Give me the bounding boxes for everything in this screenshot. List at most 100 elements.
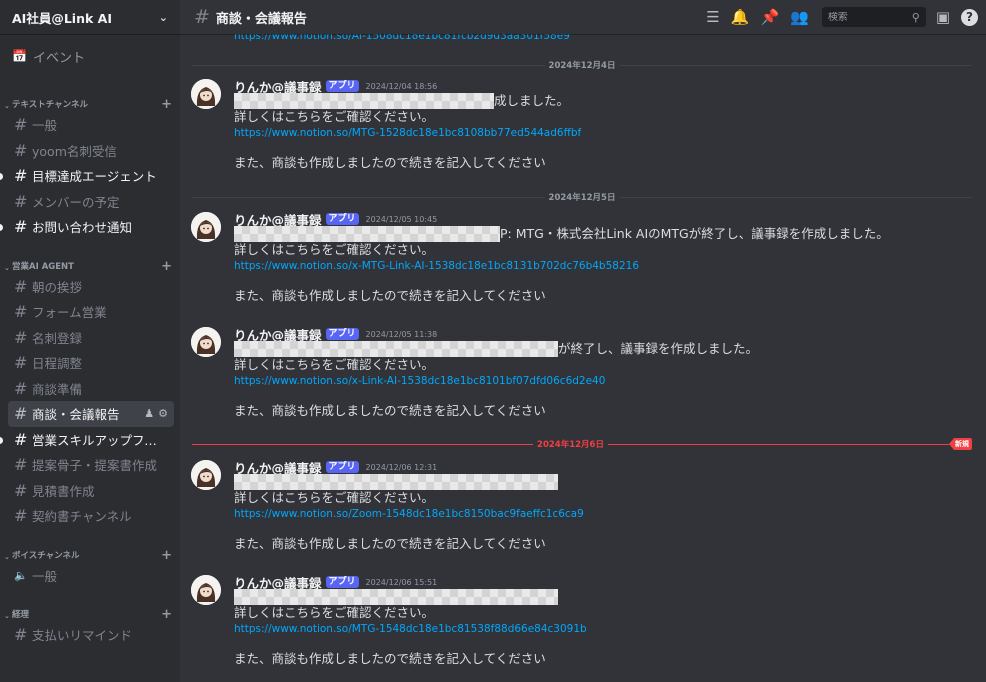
help-icon[interactable]: ? xyxy=(961,8,978,26)
avatar[interactable] xyxy=(191,79,221,109)
category-header[interactable]: ⌄ ボイスチャンネル + xyxy=(0,539,180,563)
message-link[interactable]: https://www.notion.so/x-MTG-Link-AI-1538… xyxy=(234,258,974,274)
channel-item[interactable]: # 商談準備 xyxy=(8,376,174,402)
timestamp[interactable]: 2024/12/06 15:51 xyxy=(366,578,438,587)
message-link[interactable]: https://www.notion.so/AI-1508dc18e1bc81f… xyxy=(234,34,570,42)
channel-item[interactable]: # 提案骨子・提案書作成 xyxy=(8,452,174,478)
pin-icon[interactable]: 📌 xyxy=(760,8,779,26)
redacted-text xyxy=(234,93,494,109)
inbox-icon[interactable]: ▣ xyxy=(936,8,950,26)
add-channel-icon[interactable]: + xyxy=(161,98,172,111)
channel-item[interactable]: # 日程調整 xyxy=(8,350,174,376)
divider-line xyxy=(192,196,545,198)
channel-label: お問い合わせ通知 xyxy=(32,220,133,236)
channel-sidebar: AI社員@Link AI ⌄ 📅 イベント ⌄ テキストチャンネル + # 一般 … xyxy=(0,0,180,682)
category-header[interactable]: ⌄ 営業AI AGENT + xyxy=(0,250,180,274)
channel-item[interactable]: # 名刺登録 xyxy=(8,325,174,351)
avatar[interactable] xyxy=(191,212,221,242)
date-divider-text: 2024年12月4日 xyxy=(548,61,616,71)
message-link[interactable]: https://www.notion.so/Zoom-1548dc18e1bc8… xyxy=(234,506,974,522)
invite-icon[interactable]: ♟ xyxy=(144,407,154,420)
category-title: テキストチャンネル xyxy=(12,100,88,110)
chevron-down-icon[interactable]: ⌄ xyxy=(159,11,168,24)
channel-item[interactable]: # yoom名刺受信 xyxy=(8,138,174,164)
message-line xyxy=(234,474,974,490)
channel-label: 見積書作成 xyxy=(32,483,95,499)
threads-icon[interactable]: ☰ xyxy=(706,8,719,26)
timestamp[interactable]: 2024/12/05 11:38 xyxy=(366,330,438,339)
channel-item[interactable]: # 契約書チャンネル xyxy=(8,503,174,529)
hashtag-icon: # xyxy=(14,455,28,475)
channel-item[interactable]: # 目標達成エージェント xyxy=(0,163,174,189)
calendar-icon: 📅 xyxy=(12,49,27,63)
channel-item[interactable]: # 支払いリマインド xyxy=(8,622,174,648)
chevron-down-icon: ⌄ xyxy=(4,102,10,110)
channel-label: 日程調整 xyxy=(32,356,83,372)
message-link[interactable]: https://www.notion.so/MTG-1548dc18e1bc81… xyxy=(234,621,974,637)
chevron-down-icon: ⌄ xyxy=(4,263,10,272)
add-channel-icon[interactable]: + xyxy=(161,608,172,621)
divider-line xyxy=(192,64,545,66)
hashtag-icon: # xyxy=(194,6,210,28)
channel-item[interactable]: # お問い合わせ通知 xyxy=(0,214,174,240)
hashtag-icon: # xyxy=(14,191,28,211)
message-text: が終了し、議事録を作成しました。 xyxy=(558,341,759,356)
category-header[interactable]: ⌄ 経理 + xyxy=(0,598,180,622)
message-list: https://www.notion.so/AI-1508dc18e1bc81f… xyxy=(180,34,986,682)
message-text: また、商談も作成しましたので続きを記入してください xyxy=(234,155,546,170)
chevron-down-icon: ⌄ xyxy=(4,612,10,620)
new-messages-divider: 2024年12月6日 新規 xyxy=(192,438,972,450)
channel-item[interactable]: # フォーム営業 xyxy=(8,299,174,325)
message-line xyxy=(234,589,974,605)
channel-label: 朝の挨拶 xyxy=(32,279,83,295)
channel-item[interactable]: # 営業スキルアップフィ... xyxy=(0,427,174,453)
search-input[interactable] xyxy=(827,11,912,23)
message-text: 詳しくはこちらをご確認ください。 xyxy=(234,109,435,124)
message-text: 詳しくはこちらをご確認ください。 xyxy=(234,242,435,257)
channel-item[interactable]: # 見積書作成 xyxy=(8,478,174,504)
channel-label: 契約書チャンネル xyxy=(32,509,132,525)
channel-item-active[interactable]: # 商談・会議報告 ♟ ⚙ xyxy=(8,401,174,427)
gear-icon[interactable]: ⚙ xyxy=(158,407,168,420)
message-link[interactable]: https://www.notion.so/MTG-1528dc18e1bc81… xyxy=(234,125,974,141)
message-text: また、商談も作成しましたので続きを記入してください xyxy=(234,403,546,418)
add-channel-icon[interactable]: + xyxy=(161,549,172,562)
channel-label: 商談・会議報告 xyxy=(32,407,120,423)
channel-item[interactable]: # 一般 xyxy=(8,112,174,138)
hashtag-icon: # xyxy=(14,625,28,645)
category-header[interactable]: ⌄ テキストチャンネル + xyxy=(0,88,180,112)
category-title: ボイスチャンネル xyxy=(12,550,80,561)
app-badge: アプリ xyxy=(325,328,359,340)
app-badge: アプリ xyxy=(325,461,359,473)
hashtag-icon: # xyxy=(14,429,28,449)
events-label: イベント xyxy=(32,50,85,66)
hashtag-icon: # xyxy=(14,404,28,424)
avatar[interactable] xyxy=(191,575,221,605)
timestamp[interactable]: 2024/12/05 10:45 xyxy=(366,215,438,224)
add-channel-icon[interactable]: + xyxy=(161,260,172,273)
timestamp[interactable]: 2024/12/04 18:56 xyxy=(366,82,438,91)
timestamp[interactable]: 2024/12/06 12:31 xyxy=(366,463,438,472)
avatar[interactable] xyxy=(191,327,221,357)
channel-label: 商談準備 xyxy=(32,381,83,397)
hashtag-icon: # xyxy=(14,327,28,347)
voice-channel-item[interactable]: 🔈 一般 xyxy=(8,563,174,589)
message-text: また、商談も作成しましたので続きを記入してください xyxy=(234,651,546,666)
message-link[interactable]: https://www.notion.so/x-Link-AI-1538dc18… xyxy=(234,373,974,389)
search-box[interactable]: ⚲ xyxy=(821,7,926,27)
avatar[interactable] xyxy=(191,460,221,490)
redacted-text xyxy=(234,341,558,357)
server-header[interactable]: AI社員@Link AI ⌄ xyxy=(0,0,180,34)
hashtag-icon: # xyxy=(14,480,28,500)
divider-line xyxy=(619,64,972,66)
message-text: 詳しくはこちらをご確認ください。 xyxy=(234,357,435,372)
member-list-icon[interactable]: 👥 xyxy=(790,8,809,26)
channel-item[interactable]: # メンバーの予定 xyxy=(8,189,174,215)
bell-icon[interactable]: 🔔 xyxy=(731,8,750,26)
date-divider-text: 2024年12月5日 xyxy=(548,193,616,203)
new-badge: 新規 xyxy=(949,438,972,450)
events-item[interactable]: 📅 イベント xyxy=(0,34,180,78)
divider-line xyxy=(192,443,534,445)
hashtag-icon: # xyxy=(14,302,28,322)
channel-item[interactable]: # 朝の挨拶 xyxy=(8,274,174,300)
